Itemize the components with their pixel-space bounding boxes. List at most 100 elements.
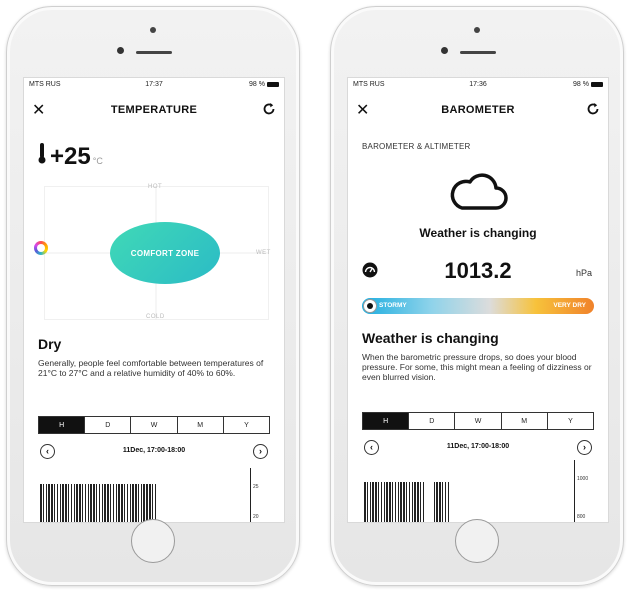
chevron-right-icon[interactable]: › [253,444,268,459]
tab-month[interactable]: M [500,413,547,429]
status-bar: MTS RUS 17:36 98 % [348,80,608,92]
cloud-icon [450,173,508,210]
home-button[interactable] [131,519,175,563]
history-bar [79,484,81,522]
earpiece-speaker [136,51,172,54]
tab-day[interactable]: D [84,417,130,433]
scale-label-stormy: STORMY [379,302,407,309]
history-bar [433,482,436,522]
history-bar [377,482,380,522]
temperature-unit: °C [92,156,103,166]
history-bar [48,484,50,522]
history-bar [154,484,157,522]
history-bar [56,484,59,522]
history-bar [151,484,154,522]
history-bar [53,484,56,522]
history-bar [414,482,416,522]
page-title: BAROMETER [441,104,515,116]
history-bar [391,482,394,522]
history-bar [422,482,425,522]
graph-tick-bottom: 800 [577,514,586,520]
time-range-nav: ‹ 11Dec, 17:00-18:00 › [38,444,270,462]
nav-bar: ✕ BAROMETER [348,96,608,124]
refresh-icon[interactable] [586,102,600,116]
history-bar [380,482,383,522]
comfort-zone-chart: HOT COLD WET COMFORT ZONE [34,184,271,320]
history-bar [101,484,104,522]
pressure-unit: hPa [575,268,592,278]
history-bar [375,482,377,522]
history-bar [405,482,408,522]
phone-temperature: MTS RUS 17:37 98 % ✕ TEMPERATURE +25 °C [6,6,300,586]
history-bar [59,484,62,522]
history-bar [76,484,78,522]
pressure-history-bars [364,476,450,522]
scale-label-very-dry: VERY DRY [553,302,586,309]
pressure-scale: STORMY VERY DRY [362,298,594,314]
period-selector: H D W M Y [362,412,594,430]
history-bar [129,484,131,522]
history-bar [126,484,129,522]
status-time: 17:36 [469,81,487,88]
history-bar [394,482,397,522]
graph-tick-bottom: 20 [253,514,259,520]
tab-week[interactable]: W [454,413,500,429]
history-bar [90,484,92,522]
pressure-value: 1013.2 [444,258,512,283]
history-bar [143,484,145,522]
history-bar [51,484,53,522]
condition-description: Generally, people feel comfortable betwe… [38,358,264,378]
temperature-readout: +25 °C [38,142,103,171]
history-bar [98,484,101,522]
weather-status-title: Weather is changing [419,226,537,240]
tab-year[interactable]: Y [222,417,269,433]
pressure-readout: 1013.2 hPa [348,256,608,284]
time-range-label: 11Dec, 17:00-18:00 [122,447,186,454]
graph-tick-top: 25 [253,484,259,490]
history-bar [140,484,143,522]
history-bar [121,484,123,522]
graph-axis-line [574,460,575,522]
history-bar [87,484,90,522]
tab-week[interactable]: W [130,417,176,433]
axis-label-wet: WET [256,250,271,256]
sensor-dot [150,27,156,33]
refresh-icon[interactable] [262,102,276,116]
history-bar [81,484,84,522]
chevron-right-icon[interactable]: › [577,440,592,455]
history-bar [137,484,140,522]
sensor-dot [474,27,480,33]
history-bar [40,484,42,522]
tab-month[interactable]: M [176,417,223,433]
history-bar [146,484,148,522]
history-bar [383,482,386,522]
condition-heading: Weather is changing [362,330,499,346]
tab-hour[interactable]: H [39,417,85,433]
history-bar [372,482,374,522]
history-bar [70,484,73,522]
tab-hour[interactable]: H [363,413,409,429]
history-bar [397,482,400,522]
scale-indicator-knob[interactable] [363,299,377,313]
temperature-value: +25 [50,143,91,170]
status-bar: MTS RUS 17:37 98 % [24,80,284,92]
history-bar [45,484,48,522]
status-time: 17:37 [145,81,163,88]
history-bar [65,484,67,522]
barometer-screen: MTS RUS 17:36 98 % ✕ BAROMETER BAROMETER… [347,77,609,523]
history-bar [123,484,126,522]
battery-icon [267,82,279,87]
home-button[interactable] [455,519,499,563]
history-bar [411,482,414,522]
history-bar [109,484,112,522]
tab-day[interactable]: D [408,413,454,429]
history-bar [436,482,438,522]
axis-label-hot: HOT [148,184,163,190]
earpiece-speaker [460,51,496,54]
section-subtitle: BAROMETER & ALTIMETER [362,142,471,151]
time-range-label: 11Dec, 17:00-18:00 [446,443,510,450]
temperature-screen: MTS RUS 17:37 98 % ✕ TEMPERATURE +25 °C [23,77,285,523]
current-condition-marker[interactable] [34,241,48,255]
time-range-nav: ‹ 11Dec, 17:00-18:00 › [362,440,594,458]
tab-year[interactable]: Y [546,413,593,429]
